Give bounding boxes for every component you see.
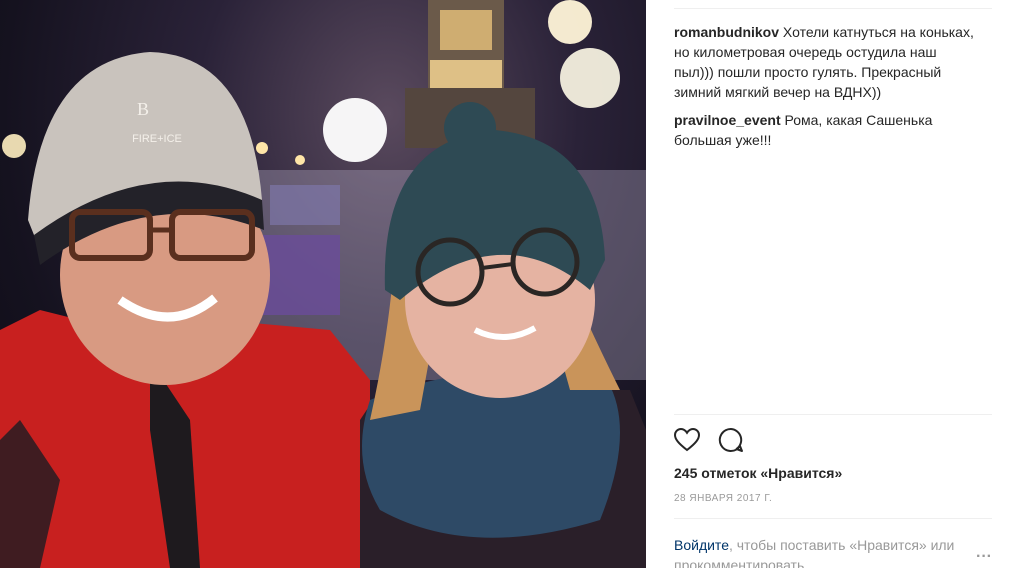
comment-item: pravilnoe_event Рома, какая Сашенька бол… — [674, 110, 974, 150]
hat-brand: FIRE+ICE — [132, 133, 182, 145]
comment-icon[interactable] — [716, 425, 746, 455]
login-prompt: Войдите, чтобы поставить «Нравится» или … — [674, 535, 974, 568]
post-actions — [672, 425, 746, 455]
comment-username[interactable]: pravilnoe_event — [674, 112, 781, 128]
post-date: 28 ЯНВАРЯ 2017 Г. — [674, 493, 773, 504]
hat-logo-mark: B — [137, 99, 149, 119]
comment-username[interactable]: romanbudnikov — [674, 24, 779, 40]
likes-count[interactable]: 245 отметок «Нравится» — [674, 465, 842, 481]
divider — [674, 414, 992, 415]
post-sidebar: romanbudnikov Хотели катнуться на конька… — [646, 0, 1010, 568]
divider — [674, 518, 992, 519]
comments-list: romanbudnikov Хотели катнуться на конька… — [674, 22, 974, 158]
comment-item: romanbudnikov Хотели катнуться на конька… — [674, 22, 974, 102]
login-link[interactable]: Войдите — [674, 537, 729, 553]
more-options-icon[interactable]: ··· — [976, 548, 992, 566]
street-light — [548, 0, 592, 44]
post-photo[interactable]: B FIRE+ICE — [0, 0, 646, 568]
heart-icon[interactable] — [672, 425, 702, 455]
beanie-pompom — [444, 102, 496, 154]
divider — [674, 8, 992, 9]
